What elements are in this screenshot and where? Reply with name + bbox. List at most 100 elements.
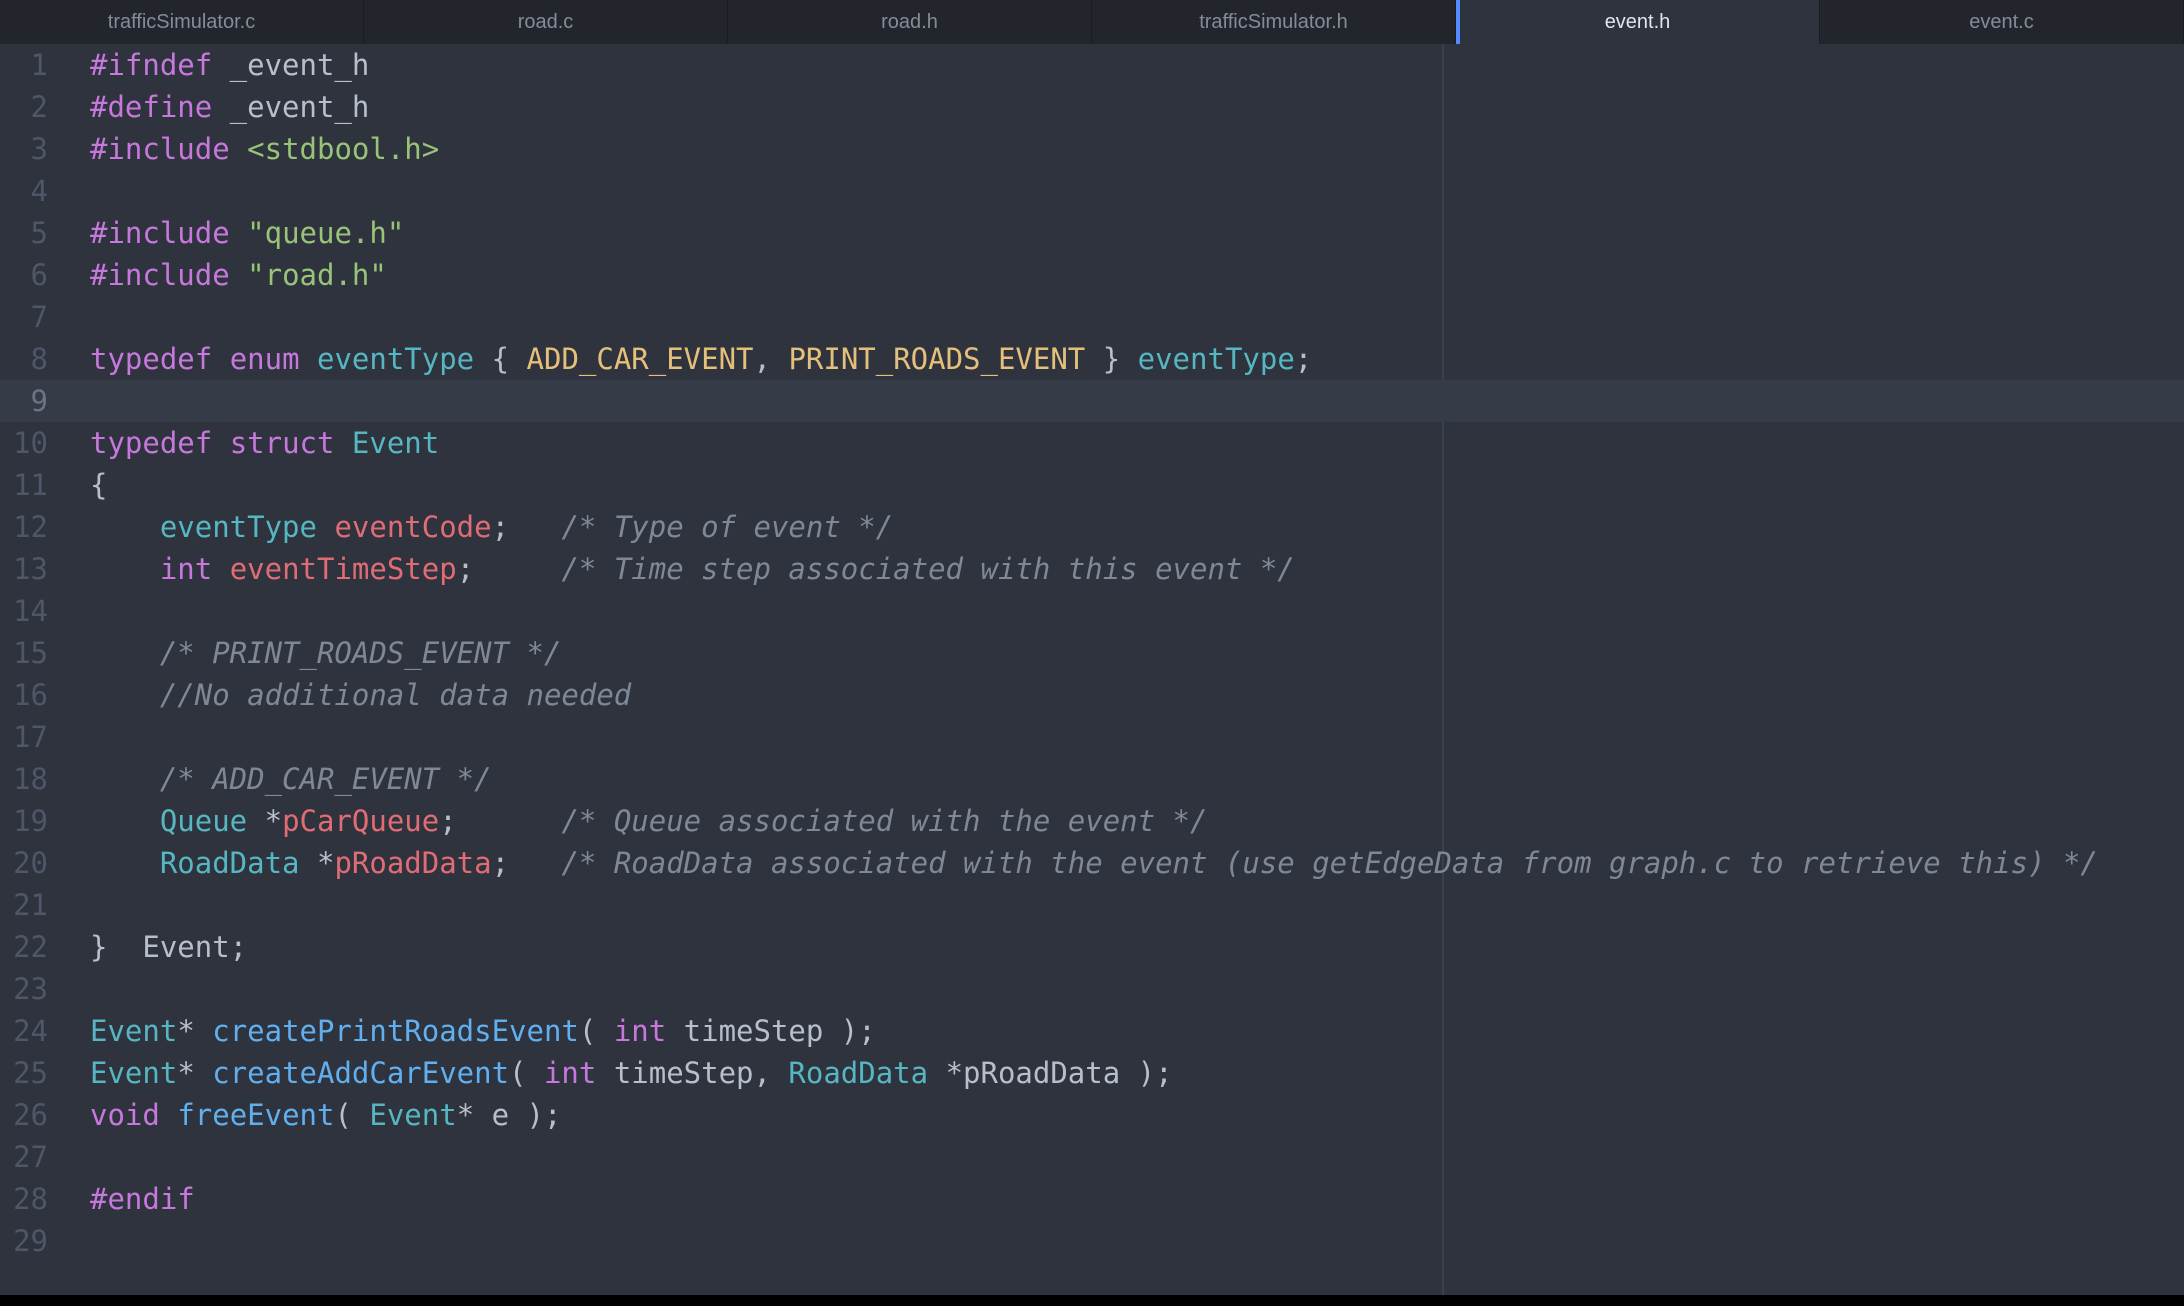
line-number[interactable]: 13 — [0, 548, 48, 590]
code-line-content: /* ADD_CAR_EVENT */ — [48, 758, 492, 800]
line-number[interactable]: 26 — [0, 1094, 48, 1136]
code-line[interactable]: 1#ifndef _event_h — [0, 44, 2184, 86]
code-token: PRINT_ROADS_EVENT — [788, 342, 1085, 376]
tab-trafficSimulator.h[interactable]: trafficSimulator.h — [1092, 0, 1456, 44]
code-line[interactable]: 6#include "road.h" — [0, 254, 2184, 296]
code-token: createPrintRoadsEvent — [212, 1014, 579, 1048]
code-line[interactable]: 26void freeEvent( Event* e ); — [0, 1094, 2184, 1136]
code-token: pCarQueue — [282, 804, 439, 838]
line-number[interactable]: 9 — [0, 380, 48, 422]
line-number[interactable]: 12 — [0, 506, 48, 548]
code-line[interactable]: 8typedef enum eventType { ADD_CAR_EVENT,… — [0, 338, 2184, 380]
code-token: int — [614, 1014, 666, 1048]
line-number[interactable]: 18 — [0, 758, 48, 800]
tab-road.c[interactable]: road.c — [364, 0, 728, 44]
line-number[interactable]: 1 — [0, 44, 48, 86]
code-token: _event_h — [212, 48, 369, 82]
line-number[interactable]: 25 — [0, 1052, 48, 1094]
code-token: timeStep ); — [666, 1014, 876, 1048]
code-token: * — [247, 804, 282, 838]
code-line[interactable]: 2#define _event_h — [0, 86, 2184, 128]
line-number[interactable]: 3 — [0, 128, 48, 170]
line-number[interactable]: 7 — [0, 296, 48, 338]
tab-event.c[interactable]: event.c — [1820, 0, 2184, 44]
code-token: timeStep, — [596, 1056, 788, 1090]
line-number[interactable]: 5 — [0, 212, 48, 254]
code-line[interactable]: 25Event* createAddCarEvent( int timeStep… — [0, 1052, 2184, 1094]
tab-label: road.h — [881, 11, 938, 34]
tab-event.h[interactable]: event.h — [1456, 0, 1820, 44]
code-token: #include — [90, 132, 230, 166]
code-token — [300, 342, 317, 376]
line-number[interactable]: 16 — [0, 674, 48, 716]
code-line-content: Event* createAddCarEvent( int timeStep, … — [48, 1052, 1173, 1094]
code-line[interactable]: 16 //No additional data needed — [0, 674, 2184, 716]
line-number[interactable]: 4 — [0, 170, 48, 212]
code-line[interactable]: 9 — [0, 380, 2184, 422]
code-line[interactable]: 19 Queue *pCarQueue; /* Queue associated… — [0, 800, 2184, 842]
line-number[interactable]: 23 — [0, 968, 48, 1010]
code-line[interactable]: 21 — [0, 884, 2184, 926]
code-line[interactable]: 20 RoadData *pRoadData; /* RoadData asso… — [0, 842, 2184, 884]
code-line-content — [48, 884, 90, 926]
code-line[interactable]: 22} Event; — [0, 926, 2184, 968]
code-line[interactable]: 7 — [0, 296, 2184, 338]
code-line[interactable]: 23 — [0, 968, 2184, 1010]
code-line[interactable]: 11{ — [0, 464, 2184, 506]
code-token — [90, 552, 160, 586]
tab-road.h[interactable]: road.h — [728, 0, 1092, 44]
line-number[interactable]: 21 — [0, 884, 48, 926]
code-line-content: typedef enum eventType { ADD_CAR_EVENT, … — [48, 338, 1312, 380]
line-number[interactable]: 11 — [0, 464, 48, 506]
code-line[interactable]: 5#include "queue.h" — [0, 212, 2184, 254]
code-line[interactable]: 17 — [0, 716, 2184, 758]
code-token: "queue.h" — [247, 216, 404, 250]
code-line[interactable]: 3#include <stdbool.h> — [0, 128, 2184, 170]
tab-trafficSimulator.c[interactable]: trafficSimulator.c — [0, 0, 364, 44]
code-line-content — [48, 1220, 90, 1262]
line-number[interactable]: 27 — [0, 1136, 48, 1178]
code-token: ( — [579, 1014, 614, 1048]
line-number[interactable]: 19 — [0, 800, 48, 842]
code-token — [230, 132, 247, 166]
code-token: ( — [334, 1098, 369, 1132]
code-line[interactable]: 10typedef struct Event — [0, 422, 2184, 464]
line-number[interactable]: 29 — [0, 1220, 48, 1262]
line-number[interactable]: 22 — [0, 926, 48, 968]
code-line-content — [48, 296, 90, 338]
code-line[interactable]: 12 eventType eventCode; /* Type of event… — [0, 506, 2184, 548]
line-number[interactable]: 10 — [0, 422, 48, 464]
line-number[interactable]: 20 — [0, 842, 48, 884]
code-line-content: int eventTimeStep; /* Time step associat… — [48, 548, 1295, 590]
code-line-content: void freeEvent( Event* e ); — [48, 1094, 561, 1136]
code-line[interactable]: 15 /* PRINT_ROADS_EVENT */ — [0, 632, 2184, 674]
code-line-content: typedef struct Event — [48, 422, 439, 464]
line-number[interactable]: 8 — [0, 338, 48, 380]
line-number[interactable]: 24 — [0, 1010, 48, 1052]
code-editor[interactable]: 1#ifndef _event_h2#define _event_h3#incl… — [0, 44, 2184, 1295]
code-line[interactable]: 14 — [0, 590, 2184, 632]
line-number[interactable]: 15 — [0, 632, 48, 674]
code-token: #define — [90, 90, 212, 124]
line-number[interactable]: 17 — [0, 716, 48, 758]
tab-bar: trafficSimulator.croad.c road.h trafficSim… — [0, 0, 2184, 44]
code-line[interactable]: 4 — [0, 170, 2184, 212]
line-number[interactable]: 14 — [0, 590, 48, 632]
code-line-content: #endif — [48, 1178, 195, 1220]
line-number[interactable]: 2 — [0, 86, 48, 128]
code-token: ADD_CAR_EVENT — [527, 342, 754, 376]
code-line[interactable]: 18 /* ADD_CAR_EVENT */ — [0, 758, 2184, 800]
code-line[interactable]: 13 int eventTimeStep; /* Time step assoc… — [0, 548, 2184, 590]
code-token: pRoadData — [334, 846, 491, 880]
code-line-content: #include "road.h" — [48, 254, 387, 296]
line-number[interactable]: 28 — [0, 1178, 48, 1220]
code-token: * — [300, 846, 335, 880]
code-line[interactable]: 27 — [0, 1136, 2184, 1178]
code-line-content: #define _event_h — [48, 86, 369, 128]
code-line[interactable]: 28#endif — [0, 1178, 2184, 1220]
line-number[interactable]: 6 — [0, 254, 48, 296]
code-line[interactable]: 29 — [0, 1220, 2184, 1262]
code-token: ; — [1295, 342, 1312, 376]
code-token: Event — [352, 426, 439, 460]
code-line[interactable]: 24Event* createPrintRoadsEvent( int time… — [0, 1010, 2184, 1052]
